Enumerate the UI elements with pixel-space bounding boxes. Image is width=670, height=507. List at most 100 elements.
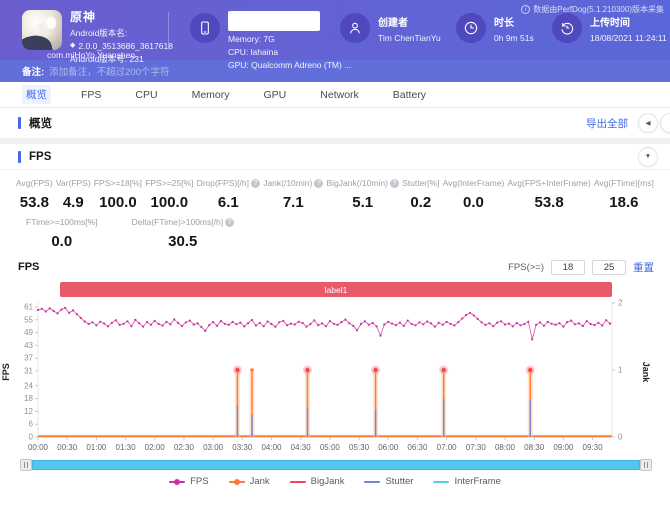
tab-FPS[interactable]: FPS — [77, 87, 105, 103]
svg-text:04:30: 04:30 — [291, 443, 312, 452]
scrollbar-track[interactable] — [32, 460, 640, 470]
info-icon[interactable]: ? — [251, 179, 260, 188]
info-icon: i — [521, 5, 530, 14]
svg-text:1: 1 — [618, 366, 623, 375]
legend-label: FPS — [190, 476, 208, 487]
svg-text:05:30: 05:30 — [349, 443, 370, 452]
info-icon[interactable]: ? — [314, 179, 323, 188]
metric-value: 100.0 — [94, 194, 142, 211]
metric-value: 30.5 — [132, 233, 235, 250]
metric-label: Avg(FPS+InterFrame) — [508, 178, 591, 188]
bigjank-marker — [305, 368, 309, 372]
legend-marker — [169, 478, 185, 486]
edge-panel-handle[interactable] — [660, 113, 670, 133]
jank-events — [233, 366, 535, 438]
device-cpu: CPU: lahaina — [228, 47, 351, 57]
title-accent-bar — [18, 117, 21, 129]
tab-CPU[interactable]: CPU — [131, 87, 161, 103]
metric-value: 6.1 — [197, 194, 260, 211]
metric-item: Stutter[%]0.2 — [402, 178, 439, 211]
legend-marker — [290, 478, 306, 486]
svg-text:00:00: 00:00 — [28, 443, 49, 452]
creator-label: 创建者 — [378, 14, 441, 29]
metric-value: 5.1 — [327, 194, 399, 211]
metric-value: 0.0 — [26, 233, 98, 250]
app-icon — [22, 10, 62, 50]
tab-Battery[interactable]: Battery — [389, 87, 430, 103]
legend-item-Stutter[interactable]: Stutter — [364, 476, 413, 487]
fps-metrics-row-1: Avg(FPS)53.8Var(FPS)4.9FPS>=18[%]100.0FP… — [0, 170, 670, 211]
legend-item-InterFrame[interactable]: InterFrame — [433, 476, 500, 487]
metric-label: Avg(InterFrame) — [443, 178, 505, 188]
svg-text:FPS: FPS — [1, 363, 11, 381]
tab-bar: 概览 FPS CPU Memory GPU Network Battery — [0, 82, 670, 108]
reset-button[interactable]: 重置 — [633, 260, 654, 275]
upload-time-value: 18/08/2021 11:24:11 — [590, 33, 667, 43]
svg-text:0: 0 — [618, 433, 623, 442]
fps-chart[interactable]: 6155494337312418126021000:0000:3001:0001… — [0, 297, 670, 457]
svg-text:Jank: Jank — [641, 362, 651, 384]
metric-item: Delta(FTime)>100ms[/h]?30.5 — [132, 217, 235, 250]
svg-text:01:30: 01:30 — [116, 443, 137, 452]
app-title: 原神 — [70, 8, 173, 25]
fps-panel-title: FPS — [29, 151, 51, 163]
svg-text:03:30: 03:30 — [232, 443, 253, 452]
tab-概览[interactable]: 概览 — [22, 85, 51, 104]
metric-label: BigJank(/10min)? — [327, 178, 399, 188]
svg-text:00:30: 00:30 — [57, 443, 78, 452]
svg-text:37: 37 — [24, 354, 33, 363]
report-header: 原神 Android版本名: ◆ 2.0.0_3513686_3617618 A… — [0, 0, 670, 60]
metric-item: Var(FPS)4.9 — [56, 178, 91, 211]
label1-banner: label1 — [60, 282, 612, 297]
export-all-button[interactable]: 导出全部 — [586, 116, 628, 131]
tab-GPU[interactable]: GPU — [260, 87, 291, 103]
app-package: com.miHoYo.Yuanshen — [47, 50, 135, 60]
phone-icon — [190, 13, 220, 43]
legend-label: Stutter — [385, 476, 413, 487]
overview-title: 概览 — [29, 115, 52, 131]
svg-text:09:30: 09:30 — [583, 443, 604, 452]
header-divider — [168, 12, 169, 50]
svg-text:06:30: 06:30 — [407, 443, 428, 452]
svg-text:61: 61 — [24, 303, 33, 312]
remark-placeholder: 添加备注，不超过200个字符 — [49, 64, 169, 78]
bigjank-marker — [235, 368, 239, 372]
metric-item: Avg(FTime)[ms]18.6 — [594, 178, 654, 211]
fps-panel: FPS ▼ Avg(FPS)53.8Var(FPS)4.9FPS>=18[%]1… — [0, 144, 670, 507]
collector-note: i 数据由PerfDog(5.1.210300)版本采集 — [521, 4, 664, 15]
chart-legend: FPS Jank BigJank Stutter InterFrame — [0, 476, 670, 487]
metric-label: FPS>=25[%] — [145, 178, 193, 188]
svg-text:02:30: 02:30 — [174, 443, 195, 452]
legend-item-FPS[interactable]: FPS — [169, 476, 208, 487]
svg-text:2: 2 — [618, 299, 623, 308]
scrollbar-left-handle[interactable] — [20, 459, 32, 471]
svg-text:24: 24 — [24, 381, 33, 390]
metric-item: Drop(FPS)[/h]?6.1 — [197, 178, 260, 211]
metric-label: Jank(/10min)? — [263, 178, 323, 188]
creator-value: Tim ChenTianYu — [378, 33, 441, 43]
legend-item-BigJank[interactable]: BigJank — [290, 476, 345, 487]
scrollbar-right-handle[interactable] — [640, 459, 652, 471]
device-name-redacted — [228, 11, 320, 31]
svg-text:01:00: 01:00 — [86, 443, 107, 452]
fps-threshold-input-1[interactable] — [551, 260, 585, 275]
info-icon[interactable]: ? — [225, 218, 234, 227]
legend-label: Jank — [250, 476, 270, 487]
bigjank-marker — [373, 368, 377, 372]
collapse-left-button[interactable]: ◀ — [638, 113, 658, 133]
collapse-panel-button[interactable]: ▼ — [638, 147, 658, 167]
metric-item: Jank(/10min)?7.1 — [263, 178, 323, 211]
fps-threshold-input-2[interactable] — [592, 260, 626, 275]
creator-icon — [340, 13, 370, 43]
legend-marker — [433, 478, 449, 486]
info-icon[interactable]: ? — [390, 179, 399, 188]
legend-item-Jank[interactable]: Jank — [229, 476, 270, 487]
legend-label: BigJank — [311, 476, 345, 487]
tab-Memory[interactable]: Memory — [188, 87, 234, 103]
svg-text:55: 55 — [24, 315, 33, 324]
svg-text:07:00: 07:00 — [437, 443, 458, 452]
tab-Network[interactable]: Network — [316, 87, 363, 103]
metric-value: 100.0 — [145, 194, 193, 211]
metric-value: 53.8 — [16, 194, 53, 211]
metric-label: FTime>=100ms[%] — [26, 217, 98, 227]
